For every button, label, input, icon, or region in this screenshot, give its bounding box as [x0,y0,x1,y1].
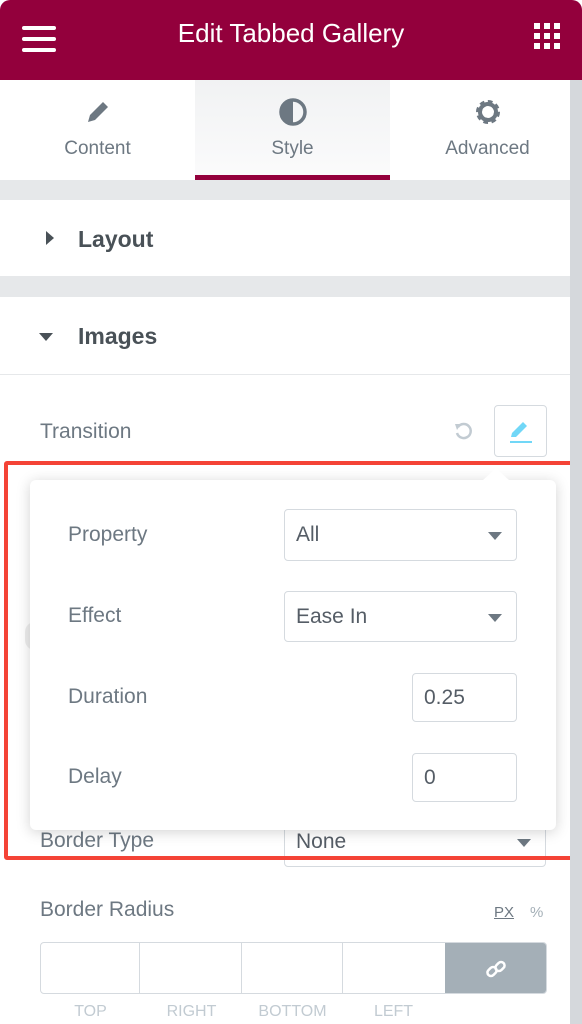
link-icon [486,960,506,978]
border-radius-label: Border Radius [40,898,175,921]
tab-label: Content [64,138,131,159]
section-title: Images [78,323,158,349]
unit-px[interactable]: PX [494,904,514,921]
pencil-icon [87,102,108,122]
radius-right-input[interactable] [140,943,242,993]
radius-bottom-input[interactable] [242,943,343,993]
section-layout[interactable]: Layout [0,200,570,276]
divider [0,276,570,297]
grid-icon[interactable] [534,23,560,49]
bottom-caption: BOTTOM [258,1003,327,1020]
tab-content[interactable]: Content [0,80,195,180]
unit-percent[interactable]: % [530,904,543,921]
top-caption: TOP [74,1003,107,1020]
tab-label: Style [271,138,314,159]
divider [0,180,570,200]
highlight-outline [4,461,578,860]
right-caption: RIGHT [166,1003,217,1020]
panel-header: Edit Tabbed Gallery [0,0,582,80]
section-title: Layout [78,226,154,252]
caret-down-icon [39,333,53,341]
link-values-button[interactable] [445,943,546,993]
tab-bar: Content Style Advanced [0,80,570,180]
border-radius-dimensions [40,942,547,994]
tab-style[interactable]: Style [195,80,390,180]
tab-label: Advanced [445,138,530,159]
contrast-icon [278,98,307,126]
caret-right-icon [46,231,54,245]
transition-label: Transition [40,420,132,443]
pencil-icon [510,422,532,443]
reset-icon[interactable] [454,421,474,441]
scrollbar[interactable] [570,80,582,1024]
section-images[interactable]: Images [0,297,570,375]
edit-transition-button[interactable] [494,405,547,457]
tab-advanced[interactable]: Advanced [390,80,582,180]
left-caption: LEFT [373,1003,414,1020]
radius-left-input[interactable] [343,943,445,993]
gear-icon [475,100,500,124]
page-title: Edit Tabbed Gallery [177,18,405,48]
radius-top-input[interactable] [41,943,140,993]
